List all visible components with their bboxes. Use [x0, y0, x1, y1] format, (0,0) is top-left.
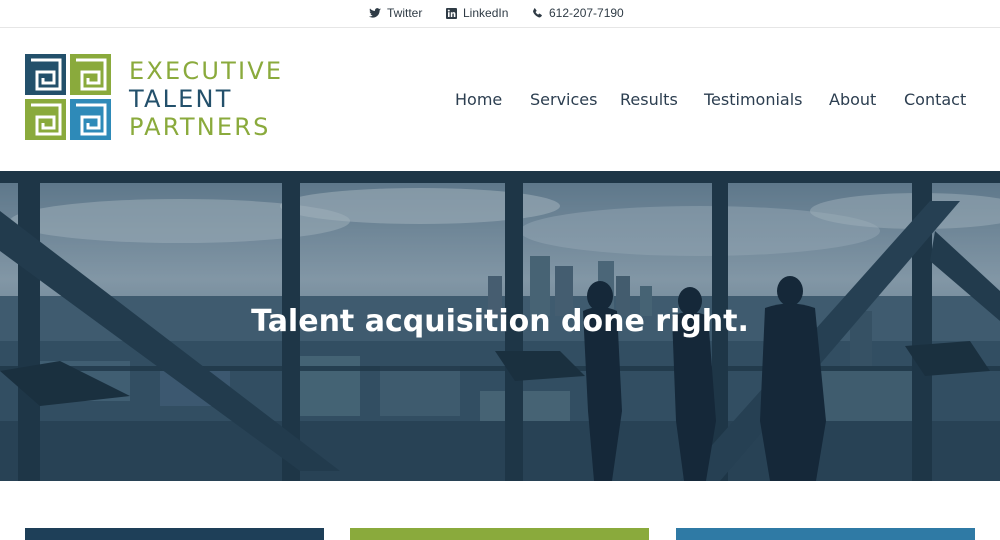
nav-home[interactable]: Home — [455, 90, 502, 109]
feature-card-3[interactable] — [676, 528, 975, 540]
twitter-icon — [369, 7, 381, 18]
logo-line-2: TALENT — [129, 85, 233, 113]
logo-line-1: EXECUTIVE — [129, 57, 284, 85]
feature-card-1[interactable] — [25, 528, 324, 540]
nav-contact[interactable]: Contact — [904, 90, 966, 109]
phone-label: 612-207-7190 — [549, 6, 624, 20]
hero-banner: Talent acquisition done right. — [0, 171, 1000, 481]
nav-about[interactable]: About — [829, 90, 876, 109]
phone-icon — [533, 7, 542, 17]
twitter-link[interactable]: Twitter — [369, 6, 422, 20]
nav-services[interactable]: Services — [530, 90, 597, 109]
linkedin-label: LinkedIn — [463, 6, 509, 20]
nav-testimonials[interactable]: Testimonials — [704, 90, 803, 109]
phone-link[interactable]: 612-207-7190 — [532, 6, 624, 20]
site-header: EXECUTIVE TALENT PARTNERS Home Services … — [0, 28, 1000, 171]
linkedin-icon — [446, 7, 457, 19]
hero-title: Talent acquisition done right. — [251, 304, 749, 339]
logo-wordmark[interactable]: EXECUTIVE TALENT PARTNERS — [129, 57, 283, 141]
twitter-label: Twitter — [387, 6, 423, 20]
linkedin-link[interactable]: LinkedIn — [446, 6, 508, 20]
top-bar: Twitter LinkedIn 612-207-7190 — [0, 0, 1000, 28]
nav-results[interactable]: Results — [620, 90, 678, 109]
logo-line-3: PARTNERS — [129, 113, 271, 141]
feature-card-2[interactable] — [350, 528, 649, 540]
company-logo[interactable] — [25, 54, 111, 140]
